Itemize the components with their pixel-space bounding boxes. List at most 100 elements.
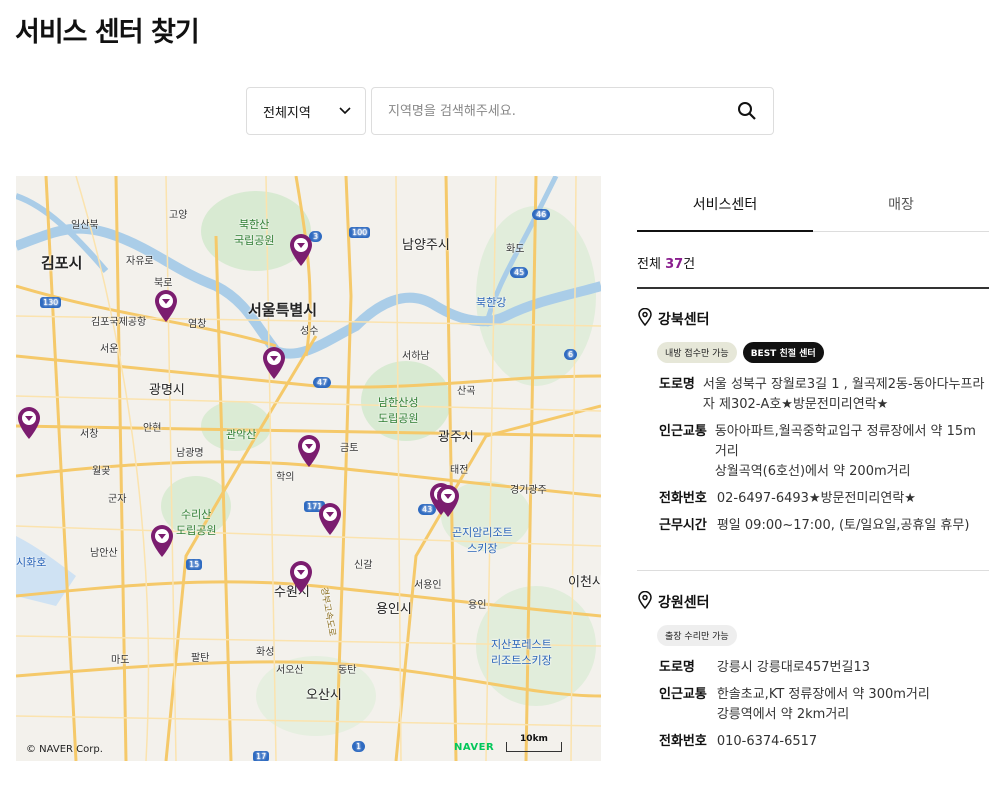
location-pin-icon xyxy=(637,590,653,613)
map-label-yeomgang: 염창 xyxy=(188,319,207,330)
address-row: 도로명 강릉시 강릉대로457번길13 xyxy=(659,658,989,678)
phone-label: 전화번호 xyxy=(659,491,707,506)
map-label-mado: 마도 xyxy=(111,655,130,666)
center-item[interactable]: 강북센터 내방 접수만 가능 BEST 친절 센터 도로명 서울 성북구 장월로… xyxy=(637,307,989,543)
chevron-down-icon xyxy=(339,104,351,119)
map-label-sangok: 산곡 xyxy=(457,386,476,397)
map-label-namansan: 남안산 xyxy=(90,548,118,559)
map-marker[interactable] xyxy=(153,289,179,323)
map-label-icheon: 이천시 xyxy=(568,575,601,590)
road-shield: 45 xyxy=(510,264,529,278)
map-label-anhyeon: 안현 xyxy=(143,423,162,434)
divider xyxy=(637,570,989,571)
map-marker[interactable] xyxy=(149,524,175,558)
tab-store[interactable]: 매장 xyxy=(813,177,989,231)
search-input[interactable] xyxy=(388,103,735,119)
map-label-jayuro: 자유로 xyxy=(126,256,154,267)
center-item[interactable]: 강원센터 출장 수리만 가능 도로명 강릉시 강릉대로457번길13 인근교통 … xyxy=(637,590,989,759)
tab-service-center[interactable]: 서비스센터 xyxy=(637,177,813,232)
map-label-gwanaksan: 관악산 xyxy=(226,428,257,441)
map-marker[interactable] xyxy=(261,346,287,380)
transit-row: 인근교통 동아아파트,월곡중학교입구 정류장에서 약 15m 거리 상월곡역(6… xyxy=(659,422,989,482)
map-label-singal: 신갈 xyxy=(354,560,373,571)
transit-label: 인근교통 xyxy=(659,424,707,439)
road-shield: 1 xyxy=(352,738,366,752)
phone-value: 010-6374-6517 xyxy=(716,734,818,749)
road-shield: 130 xyxy=(40,294,62,308)
badge-onsite-only: 출장 수리만 가능 xyxy=(657,625,737,646)
naver-logo: NAVER xyxy=(454,742,495,753)
map-label-osan: 오산시 xyxy=(306,688,342,703)
map-label-seoosan: 서오산 xyxy=(276,665,304,676)
map-label-dongtan: 동탄 xyxy=(338,665,357,676)
map-label-bukro: 북로 xyxy=(154,278,173,289)
transit-value-1: 동아아파트,월곡중학교입구 정류장에서 약 15m 거리 xyxy=(714,424,976,459)
transit-label: 인근교통 xyxy=(659,687,707,702)
result-count-suffix: 건 xyxy=(683,257,696,272)
hours-value: 평일 09:00~17:00, (토/일요일,공휴일 휴무) xyxy=(716,518,970,533)
transit-values: 한솔초교,KT 정류장에서 약 300m거리 강릉역에서 약 2km거리 xyxy=(717,685,930,725)
map-marker[interactable] xyxy=(288,233,314,267)
map-scale: 10km xyxy=(506,735,562,752)
map-label-wolgot: 월곶 xyxy=(92,466,111,477)
transit-value-2: 강릉역에서 약 2km거리 xyxy=(716,707,850,722)
map-marker[interactable] xyxy=(288,560,314,594)
map-label-hwaseong: 화성 xyxy=(256,647,275,658)
map-label-yongin: 용인시 xyxy=(376,602,412,617)
center-name: 강북센터 xyxy=(658,312,710,328)
map-label-gyeonggi-gwangju: 경기광주 xyxy=(510,485,547,496)
badge-visit-only: 내방 접수만 가능 xyxy=(657,342,737,363)
region-select[interactable]: 전체지역 xyxy=(246,87,366,135)
page-title: 서비스 센터 찾기 xyxy=(15,17,200,48)
map-label-goyang: 고양 xyxy=(169,210,188,221)
tab-bar: 서비스센터 매장 xyxy=(637,177,989,232)
map-label-seoyongin: 서용인 xyxy=(414,580,442,591)
map-label-gwangmyeong: 광명시 xyxy=(149,383,185,398)
transit-row: 인근교통 한솔초교,KT 정류장에서 약 300m거리 강릉역에서 약 2km거… xyxy=(659,685,989,725)
phone-row: 전화번호 010-6374-6517 xyxy=(659,732,989,752)
map-label-seochang: 서창 xyxy=(80,429,99,440)
result-count: 전체 37건 xyxy=(637,253,695,272)
map-label-gwangju: 광주시 xyxy=(438,430,474,445)
address-value: 서울 성북구 장월로3길 1 , 월곡제2동-동아다누프라자 제302-A호★방… xyxy=(702,377,985,412)
map-label-bukhangang: 북한강 xyxy=(476,296,507,309)
road-shield: 100 xyxy=(349,224,371,238)
badge-best-center: BEST 친절 센터 xyxy=(742,342,824,363)
road-shield: 17 xyxy=(253,748,270,761)
map[interactable]: 3 100 46 45 130 6 47 171 43 15 17 1 김포시 … xyxy=(16,176,601,761)
result-count-number: 37 xyxy=(665,257,684,272)
search-icon[interactable] xyxy=(735,99,759,123)
map-label-paltan: 팔탄 xyxy=(191,653,210,664)
map-label-namyangju: 남양주시 xyxy=(402,238,450,253)
map-label-gonjiam: 곤지암리조트 스키장 xyxy=(452,526,513,555)
map-label-yongin-ic: 용인 xyxy=(468,600,487,611)
phone-value: 02-6497-6493★방문전미리연락★ xyxy=(716,491,916,506)
map-label-suri: 수리산 도립공원 xyxy=(176,508,217,537)
location-pin-icon xyxy=(637,307,653,330)
map-label-seoul: 서울특별시 xyxy=(248,301,318,319)
road-shield: 47 xyxy=(313,374,332,388)
transit-value-2: 상월곡역(6호선)에서 약 200m거리 xyxy=(714,464,911,479)
map-label-ilsanbuk: 일산북 xyxy=(71,220,99,231)
divider xyxy=(637,287,989,289)
map-scale-label: 10km xyxy=(520,734,548,744)
hours-label: 근무시간 xyxy=(659,518,707,533)
map-marker[interactable] xyxy=(435,484,461,518)
result-count-prefix: 전체 xyxy=(637,257,666,272)
center-header: 강원센터 xyxy=(637,590,989,613)
map-marker[interactable] xyxy=(317,502,343,536)
address-row: 도로명 서울 성북구 장월로3길 1 , 월곡제2동-동아다누프라자 제302-… xyxy=(659,375,989,415)
map-marker[interactable] xyxy=(16,406,42,440)
map-marker[interactable] xyxy=(296,434,322,468)
address-value: 강릉시 강릉대로457번길13 xyxy=(716,660,871,675)
map-label-hagui: 학의 xyxy=(276,472,295,483)
search-box xyxy=(371,87,774,135)
transit-values: 동아아파트,월곡중학교입구 정류장에서 약 15m 거리 상월곡역(6호선)에서… xyxy=(715,422,989,482)
hours-row: 근무시간 평일 09:00~17:00, (토/일요일,공휴일 휴무) xyxy=(659,516,989,536)
map-label-seongsu: 성수 xyxy=(300,326,319,337)
road-shield: 6 xyxy=(564,346,578,360)
map-label-geumto: 금토 xyxy=(340,443,359,454)
map-label-jisan: 지산포레스트 리조트스키장 xyxy=(491,638,552,667)
map-label-gimpo: 김포시 xyxy=(41,254,83,272)
road-shield: 46 xyxy=(532,206,551,220)
